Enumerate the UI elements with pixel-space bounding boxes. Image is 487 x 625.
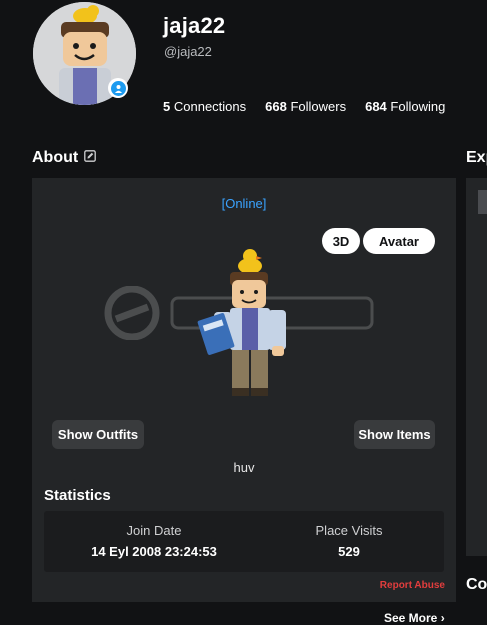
about-card: [Online] 3D Avatar Show Outfits Show Ite… <box>32 178 456 602</box>
profile-bio: huv <box>233 460 255 475</box>
chevron-right-icon: › <box>440 611 445 625</box>
see-more-link[interactable]: See More › <box>384 611 445 625</box>
profile-stats: 5 Connections 668 Followers 684 Followin… <box>163 99 445 114</box>
see-more-label: See More <box>384 611 438 625</box>
following-count: 684 <box>365 99 387 114</box>
connections-link[interactable]: 5 Connections <box>163 99 246 114</box>
about-title: About <box>32 149 79 166</box>
experiences-panel[interactable] <box>466 178 487 556</box>
place-visits-value: 529 <box>338 544 360 559</box>
followers-label: Followers <box>290 99 347 114</box>
connections-label: Connections <box>173 99 247 114</box>
edit-icon[interactable] <box>84 149 97 167</box>
experiences-heading: Exp <box>466 149 487 166</box>
following-label: Following <box>390 99 446 114</box>
join-date-label: Join Date <box>126 523 182 538</box>
connections-heading: Co <box>466 576 487 593</box>
followers-link[interactable]: 668 Followers <box>265 99 346 114</box>
presence-icon <box>108 78 128 98</box>
connections-count: 5 <box>163 99 171 114</box>
place-visits-stat: Place Visits 529 <box>264 523 434 559</box>
statistics-heading: Statistics <box>44 487 111 504</box>
place-visits-label: Place Visits <box>315 523 383 538</box>
report-abuse-link[interactable]: Report Abuse <box>380 580 445 591</box>
experience-thumbnail[interactable] <box>478 190 487 214</box>
view-avatar-button[interactable]: Avatar <box>363 228 435 254</box>
join-date-value: 14 Eyl 2008 23:24:53 <box>91 544 217 559</box>
profile-handle: @jaja22 <box>164 44 212 59</box>
followers-count: 668 <box>265 99 287 114</box>
avatar-figure <box>197 249 286 396</box>
statistics-box: Join Date 14 Eyl 2008 23:24:53 Place Vis… <box>44 511 444 572</box>
presence-status[interactable]: [Online] <box>32 196 456 211</box>
view-3d-button[interactable]: 3D <box>322 228 360 254</box>
show-items-button[interactable]: Show Items <box>354 420 435 449</box>
show-outfits-button[interactable]: Show Outfits <box>52 420 144 449</box>
join-date-stat: Join Date 14 Eyl 2008 23:24:53 <box>64 523 244 559</box>
profile-username: jaja22 <box>163 13 226 38</box>
about-heading: About <box>32 149 97 167</box>
following-link[interactable]: 684 Following <box>365 99 445 114</box>
